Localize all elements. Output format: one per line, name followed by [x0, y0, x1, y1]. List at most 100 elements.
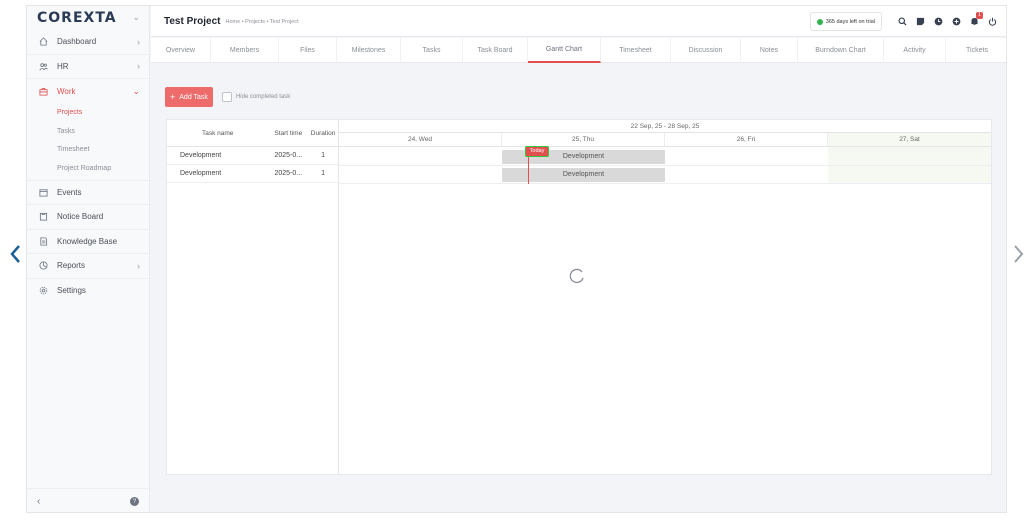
- submenu-item-tasks[interactable]: Tasks: [27, 122, 149, 141]
- column-header-task-name[interactable]: Task name: [167, 130, 268, 137]
- start-time-cell: 2025-0...: [274, 170, 303, 177]
- chevron-left-icon: [10, 245, 20, 263]
- sidebar-item-hr[interactable]: HR ›: [27, 55, 149, 79]
- task-bar[interactable]: Development: [502, 168, 665, 182]
- chevron-right-icon: ›: [137, 61, 140, 72]
- tab-tasks[interactable]: Tasks: [401, 38, 463, 63]
- sidebar-item-knowledge-base[interactable]: Knowledge Base: [27, 230, 149, 254]
- today-marker: Today: [525, 146, 549, 157]
- power-icon[interactable]: [986, 16, 998, 28]
- tab-gantt-chart[interactable]: Gantt Chart: [528, 38, 601, 63]
- tab-milestones[interactable]: Milestones: [337, 38, 401, 63]
- chevron-right-icon: [1014, 245, 1024, 263]
- clock-icon[interactable]: [932, 16, 944, 28]
- tab-notes[interactable]: Notes: [741, 38, 798, 63]
- project-tabs: Overview Members Files Milestones Tasks …: [151, 38, 1006, 63]
- sidebar-item-reports[interactable]: Reports ›: [27, 254, 149, 279]
- tab-files[interactable]: Files: [279, 38, 337, 63]
- trial-text: 365 days left on trial: [825, 18, 875, 25]
- submenu-item-projects[interactable]: Projects: [27, 104, 149, 123]
- next-slide-arrow[interactable]: [1011, 243, 1024, 265]
- calendar-icon: [37, 186, 49, 198]
- timeline-range: 22 Sep, 25 - 28 Sep, 25: [339, 120, 991, 133]
- sidebar-footer: ‹ ?: [27, 488, 149, 512]
- column-header-start-time[interactable]: Start time: [268, 130, 308, 137]
- search-icon[interactable]: [896, 16, 908, 28]
- clipboard-icon: [37, 211, 49, 223]
- trial-badge[interactable]: 365 days left on trial: [809, 12, 882, 31]
- column-header-duration[interactable]: Duration: [308, 130, 338, 137]
- gantt-grid-header: Task name Start time Duration: [167, 120, 338, 147]
- logo-row: COREXTA ⌄: [27, 6, 149, 30]
- day-header: 26, Fri: [665, 133, 828, 146]
- duration-cell: 1: [321, 152, 326, 159]
- sidebar-menu: Dashboard › HR › Work ⌄ Projects Tasks T…: [27, 30, 149, 303]
- tab-burndown-chart[interactable]: Burndown Chart: [798, 38, 884, 63]
- gantt-timeline: 22 Sep, 25 - 28 Sep, 25 24, Wed 25, Thu …: [339, 120, 991, 474]
- sidebar-item-label: Work: [57, 86, 76, 96]
- chart-pie-icon: [37, 260, 49, 272]
- sidebar-item-label: Reports: [57, 261, 86, 271]
- hide-completed-toggle[interactable]: Hide completed task: [221, 92, 290, 102]
- sidebar-collapse-chevron-icon[interactable]: ⌄: [132, 12, 140, 23]
- timeline-row: [339, 148, 991, 166]
- start-time-cell: 2025-0...: [274, 152, 303, 159]
- task-name-cell: Development: [180, 152, 222, 159]
- chevron-down-icon: ⌄: [132, 85, 140, 96]
- tab-members[interactable]: Members: [211, 38, 279, 63]
- sidebar-item-work[interactable]: Work ⌄: [27, 79, 149, 104]
- add-task-label: Add Task: [179, 93, 208, 101]
- sidebar-item-label: Knowledge Base: [57, 236, 118, 246]
- gantt-chart: Task name Start time Duration Developmen…: [166, 119, 992, 475]
- sidebar-item-label: Dashboard: [57, 37, 97, 47]
- main-content: + Add Task Hide completed task Task name…: [151, 64, 1006, 512]
- previous-slide-arrow[interactable]: [7, 243, 23, 265]
- day-header: 25, Thu: [502, 133, 665, 146]
- duration-cell: 1: [321, 170, 326, 177]
- timeline-days: 24, Wed 25, Thu 26, Fri 27, Sat: [339, 133, 991, 147]
- home-icon: [37, 36, 49, 48]
- sidebar-item-events[interactable]: Events: [27, 181, 149, 205]
- help-icon[interactable]: ?: [130, 497, 139, 506]
- tab-activity[interactable]: Activity: [884, 38, 946, 63]
- day-header: 27, Sat: [828, 133, 991, 146]
- submenu-item-project-roadmap[interactable]: Project Roadmap: [27, 159, 149, 178]
- tab-discussion[interactable]: Discussion: [671, 38, 741, 63]
- header-actions: 365 days left on trial 1: [809, 11, 998, 31]
- sidebar-item-settings[interactable]: Settings: [27, 279, 149, 304]
- table-row[interactable]: Development 2025-0... 1: [167, 147, 338, 165]
- chevron-right-icon: ›: [137, 260, 140, 271]
- app-window: COREXTA ⌄ Dashboard › HR › Work ⌄ Projec…: [26, 5, 1007, 513]
- sidebar-item-notice-board[interactable]: Notice Board: [27, 205, 149, 230]
- tab-timesheet[interactable]: Timesheet: [601, 38, 671, 63]
- logo: COREXTA: [37, 10, 117, 26]
- sidebar-item-label: HR: [57, 61, 69, 71]
- sticky-note-icon[interactable]: [914, 16, 926, 28]
- chevron-right-icon: ›: [137, 36, 140, 47]
- breadcrumb: Home • Projects • Test Project: [225, 18, 299, 25]
- table-row[interactable]: Development 2025-0... 1: [167, 165, 338, 183]
- gear-icon: [37, 285, 49, 297]
- add-task-button[interactable]: + Add Task: [165, 87, 213, 107]
- day-header: 24, Wed: [339, 133, 502, 146]
- page-title: Test Project: [164, 15, 221, 27]
- task-name-cell: Development: [180, 170, 222, 177]
- tab-task-board[interactable]: Task Board: [463, 38, 528, 63]
- sidebar-item-dashboard[interactable]: Dashboard ›: [27, 30, 149, 55]
- timeline-row: [339, 166, 991, 184]
- bell-icon[interactable]: 1: [968, 11, 983, 28]
- collapse-sidebar-icon[interactable]: ‹: [37, 496, 40, 507]
- notification-count-badge: 1: [976, 11, 983, 19]
- header: Test Project Home • Projects • Test Proj…: [151, 6, 1006, 37]
- book-icon: [37, 235, 49, 247]
- gantt-grid: Task name Start time Duration Developmen…: [167, 120, 339, 474]
- work-submenu: Projects Tasks Timesheet Project Roadmap: [27, 104, 149, 181]
- hide-completed-checkbox[interactable]: [221, 92, 232, 102]
- tab-tickets[interactable]: Tickets: [946, 38, 1006, 63]
- gantt-toolbar: + Add Task Hide completed task: [165, 87, 290, 107]
- sidebar: COREXTA ⌄ Dashboard › HR › Work ⌄ Projec…: [27, 6, 150, 512]
- sidebar-item-label: Events: [57, 187, 82, 197]
- tab-overview[interactable]: Overview: [151, 38, 211, 63]
- add-circle-icon[interactable]: [950, 16, 962, 28]
- submenu-item-timesheet[interactable]: Timesheet: [27, 141, 149, 160]
